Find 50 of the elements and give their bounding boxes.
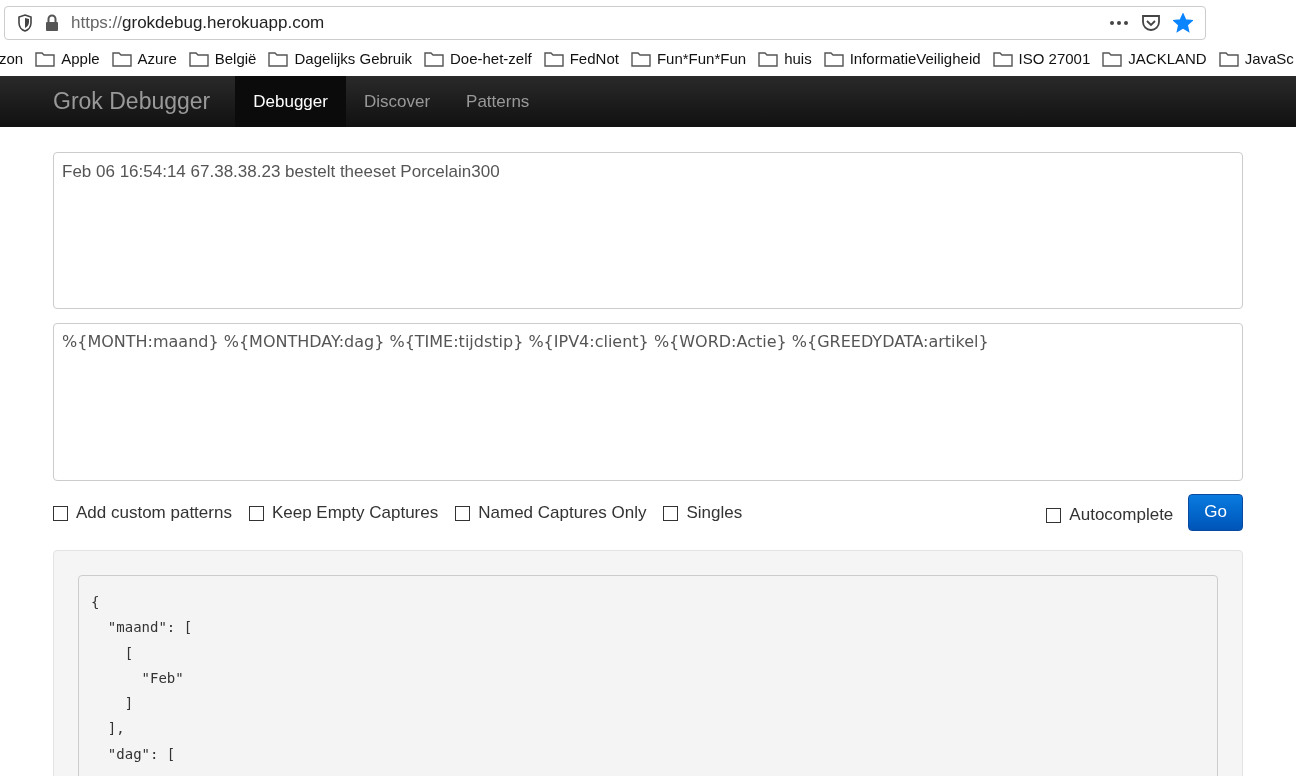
checkbox[interactable] bbox=[53, 505, 68, 521]
more-icon[interactable] bbox=[1109, 20, 1129, 26]
go-button[interactable]: Go bbox=[1188, 493, 1243, 531]
pattern-field[interactable]: %{MONTH:maand} %{MONTHDAY:dag} %{TIME:tijdstip} %{IPV4:client} %{WORD:Actie} %{GREEDYDATA:artikel} bbox=[53, 323, 1243, 481]
folder-icon bbox=[1218, 51, 1239, 67]
folder-icon bbox=[758, 51, 779, 67]
folder-icon bbox=[268, 51, 289, 67]
checkbox[interactable] bbox=[1046, 507, 1062, 523]
url-text: https://grokdebug.herokuapp.com bbox=[71, 12, 326, 35]
folder-icon bbox=[630, 51, 651, 67]
lock-icon bbox=[45, 14, 59, 32]
checkbox-label: Named Captures Only bbox=[478, 502, 647, 525]
folder-icon bbox=[992, 51, 1013, 67]
bookmark-link[interactable]: Dagelijks Gebruik bbox=[294, 47, 412, 71]
pocket-icon[interactable] bbox=[1141, 14, 1161, 32]
checkbox-label: Add custom patterns bbox=[76, 502, 232, 525]
bookmark-link[interactable]: FedNot bbox=[569, 47, 619, 71]
bookmark-link[interactable]: JavaSc bbox=[1244, 47, 1294, 71]
checkbox[interactable] bbox=[663, 505, 679, 521]
checkbox[interactable] bbox=[455, 505, 471, 521]
folder-icon bbox=[823, 51, 844, 67]
input-field[interactable]: Feb 06 16:54:14 67.38.38.23 bestelt theeset Porcelain300 bbox=[53, 152, 1243, 309]
shield-icon bbox=[17, 14, 33, 32]
checkbox-label: Keep Empty Captures bbox=[271, 502, 439, 525]
nav-tab[interactable]: Debugger bbox=[235, 76, 346, 127]
folder-icon bbox=[424, 51, 444, 67]
json-output: { "maand": [ [ "Feb" ] ], "dag": [ bbox=[78, 575, 1218, 776]
bookmark-link[interactable]: Doe-het-zelf bbox=[450, 47, 532, 71]
bookmark-link[interactable]: België bbox=[214, 47, 257, 71]
checkbox-label: Autocomplete bbox=[1069, 504, 1174, 527]
folder-icon bbox=[1102, 51, 1123, 67]
brand-title[interactable]: Grok Debugger bbox=[53, 84, 211, 119]
folder-icon bbox=[188, 51, 209, 67]
checkbox[interactable] bbox=[248, 505, 264, 521]
bookmark-link[interactable]: InformatieVeiligheid bbox=[849, 47, 981, 71]
checkbox-label: Singles bbox=[686, 502, 743, 525]
nav-tab[interactable]: Patterns bbox=[448, 76, 548, 127]
nav-tab[interactable]: Discover bbox=[345, 76, 449, 127]
bookmark-link[interactable]: ISO 27001 bbox=[1018, 47, 1091, 71]
bookmark-link[interactable]: Fun*Fun*Fun bbox=[656, 47, 747, 71]
bookmark-link[interactable]: JACKLAND bbox=[1128, 47, 1207, 71]
folder-icon bbox=[111, 51, 132, 67]
bookmark-link[interactable]: Apple bbox=[61, 47, 100, 71]
bookmark-link[interactable]: Azure bbox=[137, 47, 177, 71]
address-bar[interactable]: https://grokdebug.herokuapp.com bbox=[4, 6, 1206, 40]
folder-icon bbox=[543, 51, 564, 67]
folder-icon bbox=[35, 51, 56, 67]
bookmark-link[interactable]: huis bbox=[784, 47, 812, 71]
bookmark-link[interactable]: zon bbox=[0, 47, 24, 71]
star-icon[interactable] bbox=[1173, 13, 1193, 33]
